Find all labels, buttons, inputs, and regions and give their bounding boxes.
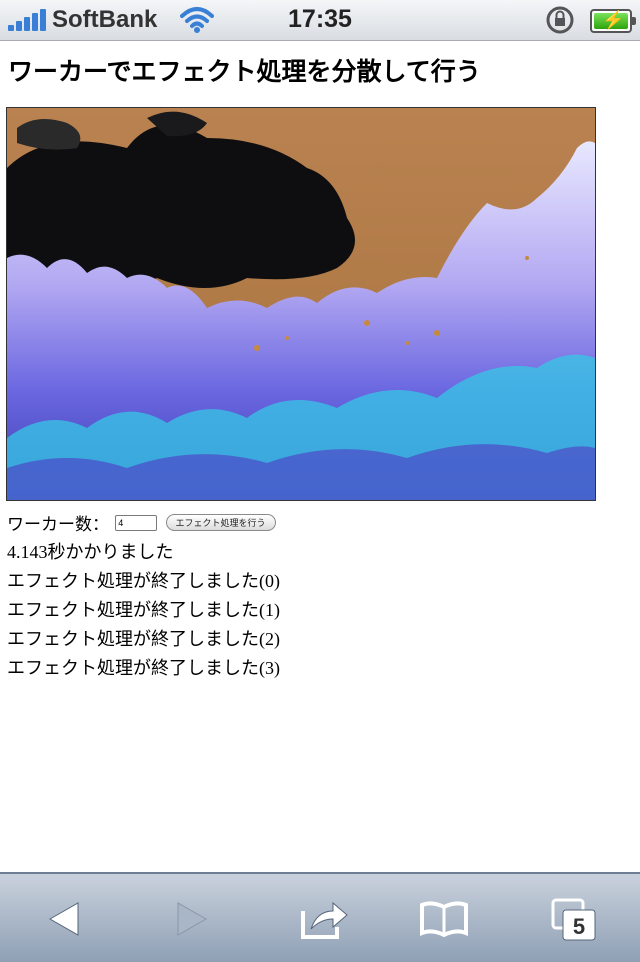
page-title: ワーカーでエフェクト処理を分散して行う bbox=[8, 57, 481, 86]
forward-button[interactable] bbox=[162, 896, 222, 942]
bookmarks-button[interactable] bbox=[414, 896, 474, 942]
log-line: エフェクト処理が終了しました(0) bbox=[7, 571, 280, 591]
elapsed-time-text: 4.143秒かかりました bbox=[7, 542, 174, 562]
inverted-forest-photo bbox=[7, 108, 595, 500]
log-line: エフェクト処理が終了しました(1) bbox=[7, 600, 280, 620]
worker-controls: ワーカー数： エフェクト処理を行う bbox=[7, 510, 276, 535]
effect-image bbox=[6, 107, 596, 501]
share-button[interactable] bbox=[294, 896, 354, 942]
tabs-button[interactable]: 5 bbox=[544, 896, 604, 942]
run-effect-button[interactable]: エフェクト処理を行う bbox=[165, 514, 276, 531]
tabs-count: 5 bbox=[573, 914, 585, 939]
back-button[interactable] bbox=[34, 896, 94, 942]
worker-count-label: ワーカー数： bbox=[7, 515, 109, 534]
browser-toolbar: 5 bbox=[0, 872, 640, 962]
log-line: エフェクト処理が終了しました(2) bbox=[7, 629, 280, 649]
battery-icon: ⚡ bbox=[590, 9, 636, 33]
worker-count-input[interactable] bbox=[115, 514, 158, 531]
result-log: 4.143秒かかりました エフェクト処理が終了しました(0) エフェクト処理が終… bbox=[7, 538, 280, 683]
log-line: エフェクト処理が終了しました(3) bbox=[7, 658, 280, 678]
rotation-lock-icon bbox=[546, 6, 574, 34]
bookmarks-icon bbox=[420, 901, 468, 938]
share-icon bbox=[301, 901, 348, 939]
status-bar: SoftBank 17:35 ⚡ bbox=[0, 0, 640, 41]
tabs-icon: 5 bbox=[551, 898, 596, 941]
forward-icon bbox=[177, 902, 208, 936]
back-icon bbox=[48, 902, 79, 936]
